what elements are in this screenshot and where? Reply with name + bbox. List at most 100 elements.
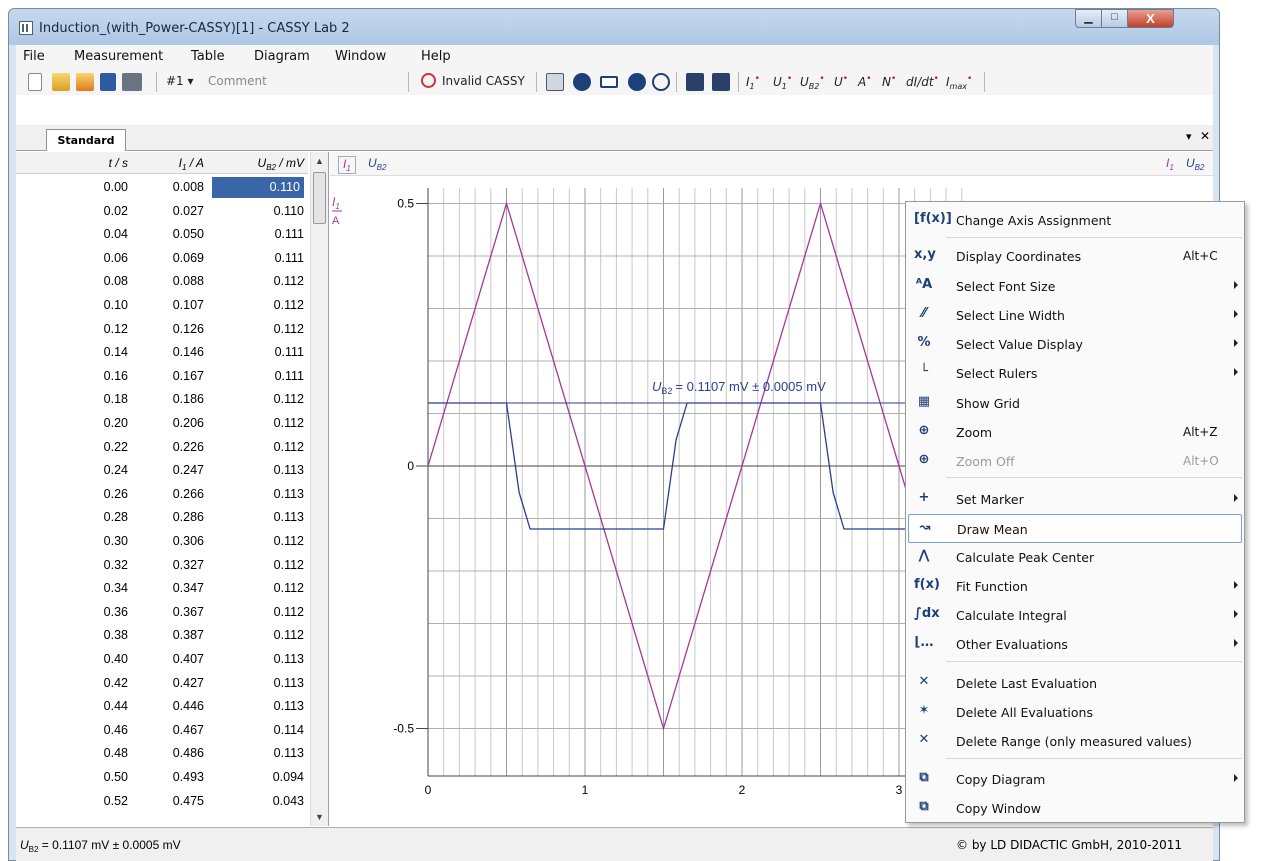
cell-current[interactable]: 0.167 [134,369,204,383]
cell-current[interactable]: 0.306 [134,534,204,548]
cell-voltage[interactable]: 0.113 [212,746,304,760]
axis-select-I1[interactable]: I1 [1166,156,1174,172]
cell-voltage[interactable]: 0.112 [212,392,304,406]
cell-voltage[interactable]: 0.110 [212,204,304,218]
cell-time[interactable]: 0.22 [68,440,128,454]
cell-time[interactable]: 0.28 [68,510,128,524]
menu-item-delete-all-evaluations[interactable]: ✶ Delete All Evaluations [908,698,1242,727]
cell-voltage[interactable]: 0.112 [212,605,304,619]
column-header-voltage[interactable]: UB2 / mV [212,156,304,172]
table-row[interactable]: 0.50 0.493 0.094 [16,766,308,790]
settings-icon[interactable] [573,73,591,91]
table-row[interactable]: 0.16 0.167 0.111 [16,365,308,389]
cell-voltage[interactable]: 0.112 [212,298,304,312]
menu-item-select-line-width[interactable]: ⁄⁄ Select Line Width [908,301,1242,330]
menu-item-draw-mean[interactable]: ↝ Draw Mean [908,514,1242,543]
cell-current[interactable]: 0.493 [134,770,204,784]
table-row[interactable]: 0.22 0.226 0.112 [16,436,308,460]
cell-time[interactable]: 0.10 [68,298,128,312]
close-window-button[interactable]: X [1127,9,1174,28]
cell-voltage[interactable]: 0.112 [212,581,304,595]
cell-current[interactable]: 0.486 [134,746,204,760]
cell-current[interactable]: 0.186 [134,392,204,406]
open-folder-icon[interactable] [52,73,70,91]
ld-icon[interactable] [652,73,670,91]
table-row[interactable]: 0.46 0.467 0.114 [16,719,308,743]
window-tile-icon[interactable] [686,73,704,91]
table-row[interactable]: 0.26 0.266 0.113 [16,483,308,507]
table-row[interactable]: 0.06 0.069 0.111 [16,247,308,271]
cell-time[interactable]: 0.38 [68,628,128,642]
cell-time[interactable]: 0.14 [68,345,128,359]
menu-item-set-marker[interactable]: + Set Marker [908,485,1242,514]
cell-current[interactable]: 0.069 [134,251,204,265]
cell-voltage[interactable]: 0.113 [212,463,304,477]
cell-time[interactable]: 0.34 [68,581,128,595]
table-row[interactable]: 0.30 0.306 0.112 [16,530,308,554]
cell-time[interactable]: 0.12 [68,322,128,336]
new-file-icon[interactable] [28,73,42,91]
window-cascade-icon[interactable] [712,73,730,91]
menu-item-select-rulers[interactable]: └ Select Rulers [908,359,1242,388]
table-row[interactable]: 0.32 0.327 0.112 [16,554,308,578]
cell-time[interactable]: 0.44 [68,699,128,713]
cell-current[interactable]: 0.008 [134,180,204,194]
cell-current[interactable]: 0.088 [134,274,204,288]
help-icon[interactable] [628,73,646,91]
cell-voltage[interactable]: 0.112 [212,322,304,336]
menu-item-show-grid[interactable]: ▦ Show Grid [908,389,1242,418]
quantity-U1[interactable]: U1• [773,74,792,91]
table-row[interactable]: 0.02 0.027 0.110 [16,200,308,224]
cell-current[interactable]: 0.387 [134,628,204,642]
cell-time[interactable]: 0.40 [68,652,128,666]
cell-current[interactable]: 0.027 [134,204,204,218]
cell-time[interactable]: 0.16 [68,369,128,383]
quantity-Imax[interactable]: Imax• [946,74,972,91]
table-scrollbar[interactable]: ▲ ▼ [310,152,328,826]
cell-current[interactable]: 0.446 [134,699,204,713]
column-header-current[interactable]: I1 / A [134,156,204,172]
scrollbar-thumb[interactable] [313,172,326,224]
menu-file[interactable]: File [23,49,45,64]
title-bar[interactable]: Induction_(with_Power-CASSY)[1] - CASSY … [9,9,1219,45]
cell-voltage[interactable]: 0.112 [212,440,304,454]
cell-current[interactable]: 0.226 [134,440,204,454]
tab-menu-icon[interactable]: ▾ [1186,130,1192,143]
table-row[interactable]: 0.24 0.247 0.113 [16,459,308,483]
cell-time[interactable]: 0.02 [68,204,128,218]
cell-current[interactable]: 0.467 [134,723,204,737]
quantity-I1[interactable]: I1• [746,74,760,91]
table-row[interactable]: 0.44 0.446 0.113 [16,695,308,719]
cell-time[interactable]: 0.36 [68,605,128,619]
cell-time[interactable]: 0.46 [68,723,128,737]
cell-current[interactable]: 0.407 [134,652,204,666]
menu-window[interactable]: Window [335,49,386,64]
menu-item-select-font-size[interactable]: ᴬA Select Font Size [908,272,1242,301]
cell-time[interactable]: 0.08 [68,274,128,288]
cell-current[interactable]: 0.327 [134,558,204,572]
menu-item-delete-last-evaluation[interactable]: ✕ Delete Last Evaluation [908,669,1242,698]
app-icon[interactable] [19,21,33,35]
menu-item-display-coordinates[interactable]: x,y Display Coordinates Alt+C [908,242,1242,271]
maximize-button[interactable]: □ [1101,9,1128,28]
table-row[interactable]: 0.28 0.286 0.113 [16,506,308,530]
cell-time[interactable]: 0.24 [68,463,128,477]
cell-voltage[interactable]: 0.113 [212,676,304,690]
cell-voltage[interactable]: 0.110 [212,177,304,198]
cell-voltage[interactable]: 0.094 [212,770,304,784]
cell-voltage[interactable]: 0.111 [212,227,304,241]
cell-time[interactable]: 0.06 [68,251,128,265]
cell-current[interactable]: 0.107 [134,298,204,312]
quantity-A[interactable]: A• [858,74,872,89]
table-row[interactable]: 0.10 0.107 0.112 [16,294,308,318]
diagram-tab-I1[interactable]: I1 [338,156,356,174]
cell-voltage[interactable]: 0.112 [212,416,304,430]
table-row[interactable]: 0.38 0.387 0.112 [16,624,308,648]
diagram-tab-UB2[interactable]: UB2 [368,156,386,172]
cell-current[interactable]: 0.146 [134,345,204,359]
cell-time[interactable]: 0.20 [68,416,128,430]
table-row[interactable]: 0.36 0.367 0.112 [16,601,308,625]
axis-select-UB2[interactable]: UB2 [1186,156,1204,172]
cell-voltage[interactable]: 0.114 [212,723,304,737]
cell-voltage[interactable]: 0.113 [212,699,304,713]
